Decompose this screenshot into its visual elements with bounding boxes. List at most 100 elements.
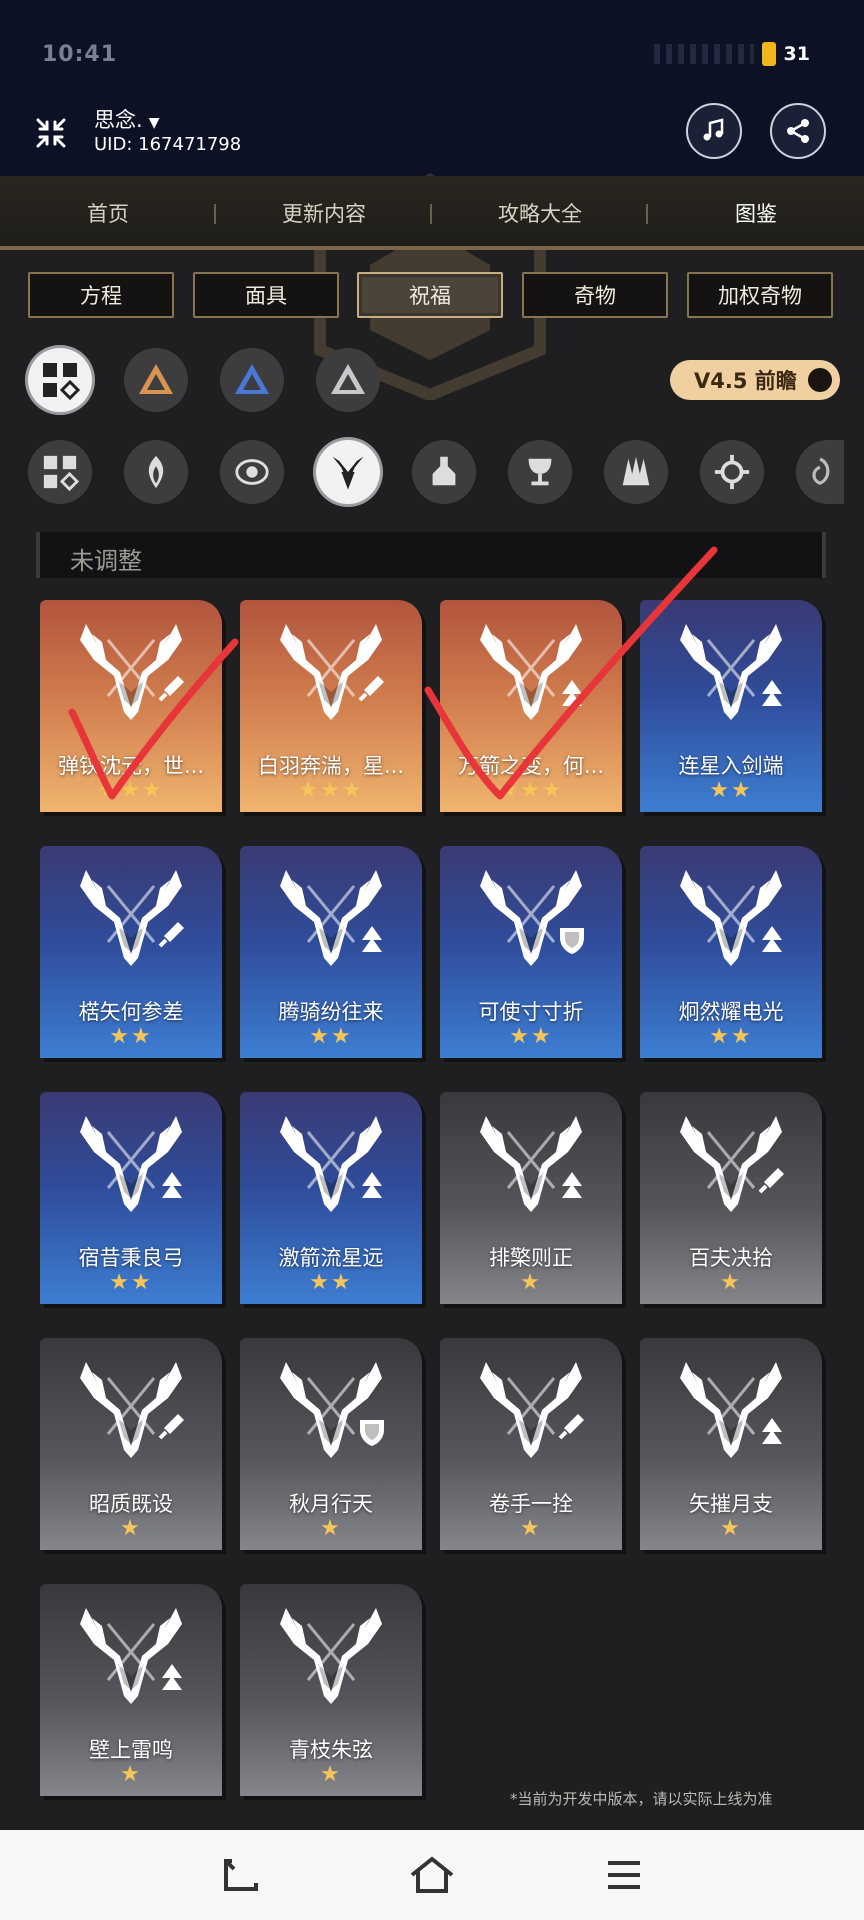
filter-all-button[interactable]	[28, 348, 92, 412]
blessing-card[interactable]: 万箭之变，何... ★★★	[440, 600, 622, 812]
back-icon	[224, 1859, 258, 1891]
rarity-stars: ★	[320, 1516, 342, 1541]
version-toggle[interactable]: V4.5 前瞻	[670, 360, 840, 400]
category-blessings[interactable]: 祝福	[357, 272, 503, 318]
rarity-stars: ★	[120, 1516, 142, 1541]
triangle-emblem-icon	[139, 364, 173, 394]
battery-level: 31	[783, 43, 810, 65]
category-curios[interactable]: 奇物	[522, 272, 668, 318]
category-weighted-curios[interactable]: 加权奇物	[687, 272, 833, 318]
rarity-stars: ★★★	[498, 778, 564, 803]
path-hunt-button[interactable]	[316, 440, 380, 504]
rarity-stars: ★★★	[298, 778, 364, 803]
rarity-stars: ★★	[309, 1024, 353, 1049]
eye-icon	[235, 459, 269, 485]
menu-icon	[608, 1861, 640, 1889]
blessing-title: 弹铗沈元，世...	[57, 754, 205, 778]
category-masks[interactable]: 面具	[193, 272, 339, 318]
tab-guides[interactable]: 攻略大全	[432, 198, 648, 228]
blessing-title: 排檠则正	[489, 1246, 573, 1270]
stag-emblem-icon	[80, 870, 184, 966]
blessing-card[interactable]: 连星入剑端 ★★	[640, 600, 822, 812]
stag-emblem-icon	[80, 1608, 182, 1704]
rarity-stars: ★★	[509, 1024, 553, 1049]
path-preservation-button[interactable]	[124, 440, 188, 504]
home-button[interactable]	[402, 1850, 462, 1900]
triangle-emblem-icon	[331, 364, 365, 394]
category-equations[interactable]: 方程	[28, 272, 174, 318]
stag-emblem-icon	[80, 1116, 182, 1212]
user-name: 思念.	[94, 108, 143, 132]
blessing-card[interactable]: 弹铗沈元，世... ★★★	[40, 600, 222, 812]
blessing-title: 青枝朱弦	[289, 1738, 373, 1762]
collapse-icon[interactable]	[34, 116, 68, 150]
path-remembrance-button[interactable]	[220, 440, 284, 504]
blessing-title: 卷手一拴	[489, 1492, 573, 1516]
filter-orange-button[interactable]	[124, 348, 188, 412]
path-harmony-button[interactable]	[700, 440, 764, 504]
grid-icon	[43, 363, 80, 400]
filter-blue-button[interactable]	[220, 348, 284, 412]
blessing-title: 可使寸寸折	[478, 1000, 584, 1024]
blessing-card[interactable]: 壁上雷鸣 ★	[40, 1584, 222, 1796]
blessing-title: 楛矢何参差	[78, 1000, 184, 1024]
stag-emblem-icon	[280, 1116, 382, 1212]
blessing-title: 矢摧月支	[689, 1492, 773, 1516]
blessing-card[interactable]: 腾骑纷往来 ★★	[240, 846, 422, 1058]
blessing-card[interactable]: 秋月行天 ★	[240, 1338, 422, 1550]
tab-home[interactable]: 首页	[0, 198, 216, 228]
stag-emblem-icon	[480, 1362, 584, 1458]
share-button[interactable]	[770, 103, 826, 159]
blessing-card[interactable]: 矢摧月支 ★	[640, 1338, 822, 1550]
blessing-title: 炯然耀电光	[678, 1000, 784, 1024]
blessing-card[interactable]: 卷手一拴 ★	[440, 1338, 622, 1550]
music-button[interactable]	[686, 103, 742, 159]
filter-gray-button[interactable]	[316, 348, 380, 412]
tab-codex[interactable]: 图鉴	[648, 198, 864, 228]
blessing-card[interactable]: 排檠则正 ★	[440, 1092, 622, 1304]
back-button[interactable]	[210, 1850, 270, 1900]
blessing-title: 腾骑纷往来	[278, 1000, 384, 1024]
stag-emblem-icon	[480, 624, 582, 720]
tab-updates[interactable]: 更新内容	[216, 198, 432, 228]
blessing-card[interactable]: 青枝朱弦 ★	[240, 1584, 422, 1796]
signal-icon	[653, 44, 754, 64]
gear-icon	[714, 454, 750, 490]
path-abundance-button[interactable]	[508, 440, 572, 504]
blessing-card[interactable]: 楛矢何参差 ★★	[40, 846, 222, 1058]
user-name-dropdown[interactable]: 思念. ▼	[94, 104, 159, 134]
path-more-button[interactable]	[796, 440, 844, 504]
stag-emblem-icon	[680, 1116, 784, 1212]
status-time: 10:41	[42, 42, 118, 67]
blessing-card[interactable]: 可使寸寸折 ★★	[440, 846, 622, 1058]
path-all-button[interactable]	[28, 440, 92, 504]
chalice-icon	[528, 458, 552, 486]
menu-button[interactable]	[594, 1850, 654, 1900]
section-header: 未调整	[36, 532, 826, 578]
stag-emblem-icon	[280, 1362, 384, 1458]
blessing-title: 宿昔秉良弓	[78, 1246, 184, 1270]
app-header: 10:41 31 思念. ▼ UID: 167471798	[0, 0, 864, 176]
swirl-icon	[812, 457, 830, 485]
blessing-card[interactable]: 炯然耀电光 ★★	[640, 846, 822, 1058]
path-nihility-button[interactable]	[412, 440, 476, 504]
blessing-title: 连星入剑端	[678, 754, 784, 778]
system-nav-bar	[0, 1830, 864, 1920]
share-icon	[787, 119, 809, 143]
rarity-stars: ★	[520, 1516, 542, 1541]
stag-emblem-icon	[80, 624, 184, 720]
blessing-card[interactable]: 昭质既设 ★	[40, 1338, 222, 1550]
rarity-stars: ★★	[309, 1270, 353, 1295]
chevron-down-icon: ▼	[148, 115, 160, 131]
blessing-title: 白羽奔湍，星...	[257, 754, 405, 778]
blessing-card[interactable]: 宿昔秉良弓 ★★	[40, 1092, 222, 1304]
blessing-card[interactable]: 百夫决拾 ★	[640, 1092, 822, 1304]
toggle-knob	[808, 368, 832, 392]
blessing-card[interactable]: 激箭流星远 ★★	[240, 1092, 422, 1304]
path-destruction-button[interactable]	[604, 440, 668, 504]
blessing-card[interactable]: 白羽奔湍，星... ★★★	[240, 600, 422, 812]
footer-note: *当前为开发中版本，请以实际上线为准	[510, 1790, 773, 1808]
claw-icon	[622, 456, 650, 486]
grid-icon	[43, 455, 79, 491]
rarity-stars: ★★★	[98, 778, 164, 803]
